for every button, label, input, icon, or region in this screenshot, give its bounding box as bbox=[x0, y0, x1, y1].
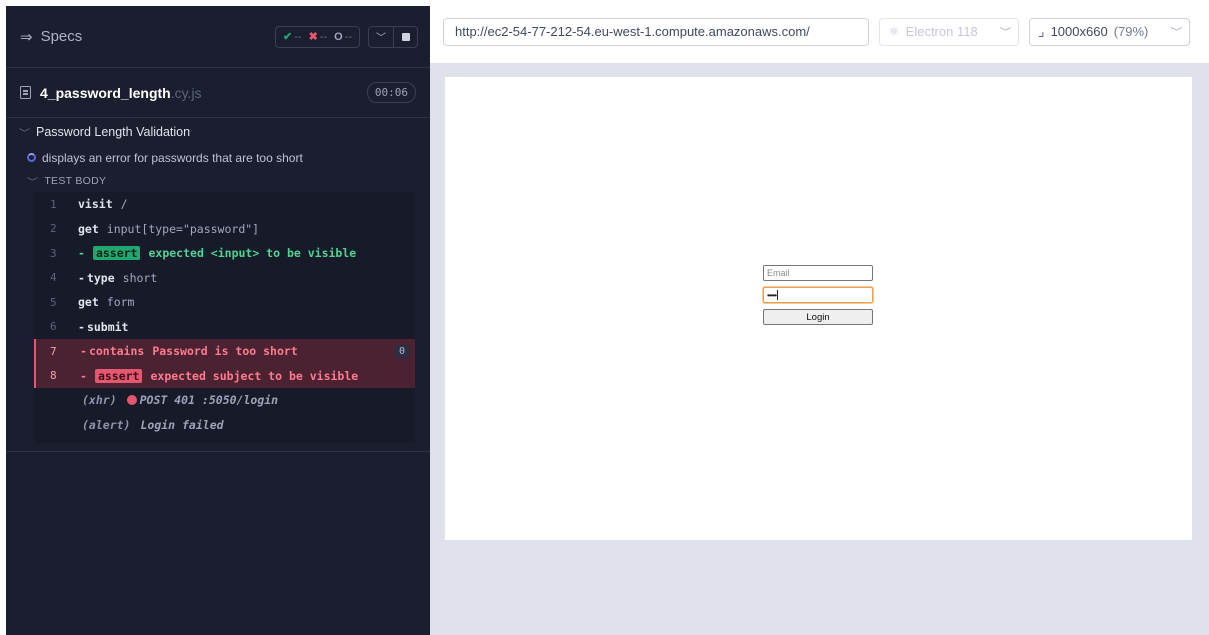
test-title-row[interactable]: displays an error for passwords that are… bbox=[6, 145, 430, 170]
failed-stat: ✖ -- bbox=[308, 31, 328, 43]
viewport-scale: (79%) bbox=[1113, 24, 1149, 39]
browser-label: Electron 118 bbox=[905, 24, 978, 39]
spec-file-ext: .cy.js bbox=[170, 84, 202, 101]
command-row[interactable]: 2 get input[type="password"] bbox=[34, 217, 415, 242]
aut-header: http://ec2-54-77-212-54.eu-west-1.comput… bbox=[430, 0, 1209, 63]
x-icon: ✖ bbox=[308, 31, 318, 43]
element-count-badge: 0 bbox=[394, 345, 409, 358]
specs-toggle-button[interactable]: ⇒ Specs bbox=[20, 28, 82, 46]
aut-stage: Email ••••• Login bbox=[430, 63, 1209, 635]
assert-badge: assert bbox=[92, 246, 141, 261]
url-bar[interactable]: http://ec2-54-77-212-54.eu-west-1.comput… bbox=[443, 17, 869, 46]
command-row[interactable]: 1 visit / bbox=[34, 192, 415, 217]
viewport-dimensions: 1000x660 bbox=[1050, 24, 1108, 39]
pending-stat: O -- bbox=[334, 30, 352, 43]
spec-file-row[interactable]: 4_password_length .cy.js 00:06 bbox=[6, 68, 430, 118]
spec-file-name: 4_password_length bbox=[40, 84, 171, 101]
app-under-test-panel: http://ec2-54-77-212-54.eu-west-1.comput… bbox=[430, 0, 1209, 635]
assert-badge: assert bbox=[94, 368, 143, 383]
stats-group: ✔ -- ✖ -- O -- ﹀ bbox=[275, 25, 418, 48]
reporter-panel: ⇒ Specs ✔ -- ✖ -- O -- ﹀ 4_password_length … bbox=[6, 6, 430, 635]
test-stats: ✔ -- ✖ -- O -- bbox=[275, 25, 360, 48]
reporter-divider bbox=[6, 451, 430, 452]
stop-icon bbox=[401, 32, 410, 41]
check-icon: ✔ bbox=[283, 31, 293, 43]
running-spinner-icon bbox=[27, 153, 36, 162]
command-row-failed[interactable]: 7 contains Password is too short 0 bbox=[34, 339, 415, 364]
chevron-down-icon: ﹀ bbox=[1170, 27, 1183, 37]
electron-icon: ⚛ bbox=[888, 23, 900, 39]
run-controls: ﹀ bbox=[368, 25, 418, 48]
run-duration: 00:06 bbox=[366, 82, 416, 103]
email-field[interactable]: Email bbox=[763, 265, 873, 281]
error-dot-icon bbox=[126, 395, 137, 406]
chevron-down-icon: ﹀ bbox=[999, 27, 1012, 37]
alert-log-row[interactable]: (alert) Login failed bbox=[34, 413, 415, 438]
passed-stat: ✔ -- bbox=[283, 31, 302, 43]
reporter-header: ⇒ Specs ✔ -- ✖ -- O -- ﹀ bbox=[6, 6, 430, 68]
stop-button[interactable] bbox=[393, 26, 417, 47]
specs-label: Specs bbox=[40, 28, 83, 45]
command-row-assert-failed[interactable]: 8 - assert expected subject to be visibl… bbox=[34, 363, 415, 388]
command-row[interactable]: 5 get form bbox=[34, 290, 415, 315]
viewport-size-button[interactable]: ⌟ 1000x660 (79%) ﹀ bbox=[1029, 17, 1190, 46]
test-title: displays an error for passwords that are… bbox=[42, 150, 303, 165]
chevron-down-icon: ﹀ bbox=[26, 176, 39, 187]
viewport-icon: ⌟ bbox=[1038, 23, 1045, 39]
login-button[interactable]: Login bbox=[763, 309, 873, 325]
password-field[interactable]: ••••• bbox=[763, 287, 873, 303]
xhr-log-row[interactable]: (xhr) POST 401 :5050/login bbox=[34, 388, 415, 413]
test-body-label: TEST BODY bbox=[44, 175, 107, 187]
command-log: 1 visit / 2 get input[type="password"] 3… bbox=[34, 192, 415, 443]
chevron-down-icon: ﹀ bbox=[18, 127, 31, 138]
pending-icon: O bbox=[334, 30, 343, 43]
chevron-down-icon[interactable]: ﹀ bbox=[369, 27, 393, 47]
command-row[interactable]: 6 submit bbox=[34, 315, 415, 340]
document-icon bbox=[20, 86, 31, 99]
browser-selector[interactable]: ⚛ Electron 118 ﹀ bbox=[879, 17, 1019, 46]
command-row[interactable]: 4 type short bbox=[34, 266, 415, 291]
suite-title-row[interactable]: ﹀ Password Length Validation bbox=[6, 119, 430, 145]
command-row-assert-passed[interactable]: 3 - assert expected <input> to be visibl… bbox=[34, 241, 415, 266]
app-iframe: Email ••••• Login bbox=[445, 77, 1192, 540]
specs-list-icon: ⇒ bbox=[20, 28, 33, 46]
suite-title: Password Length Validation bbox=[36, 125, 191, 139]
test-body-header[interactable]: ﹀ TEST BODY bbox=[6, 170, 430, 192]
